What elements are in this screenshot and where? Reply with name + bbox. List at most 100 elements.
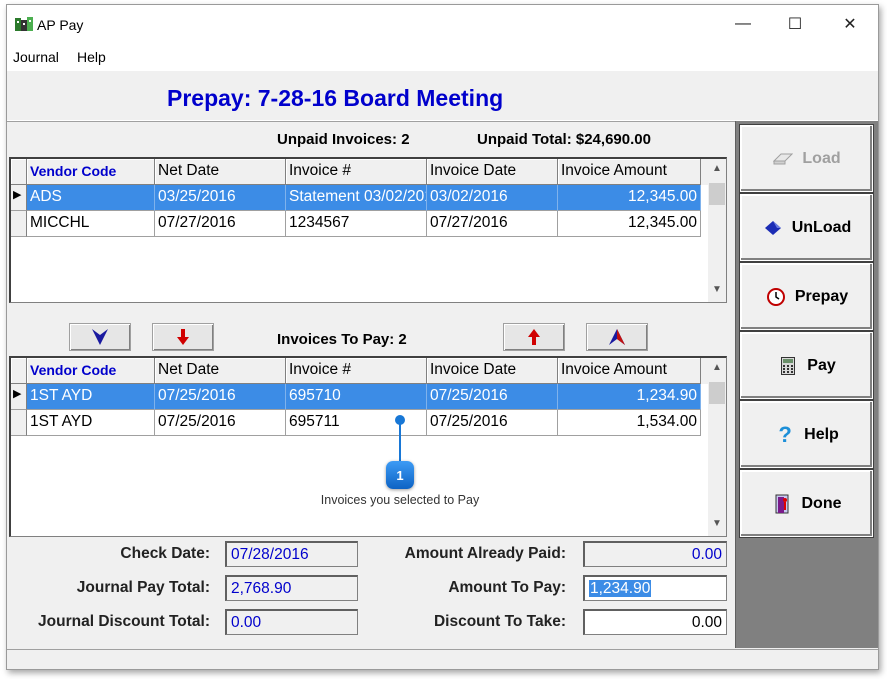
cell-invoice-date[interactable]: 07/25/2016 [427, 410, 558, 436]
table-row[interactable]: MICCHL 07/27/2016 1234567 07/27/2016 12,… [11, 211, 711, 237]
table-row[interactable]: ▶ 1ST AYD 07/25/2016 695710 07/25/2016 1… [11, 384, 711, 410]
unpaid-total: Unpaid Total: $24,690.00 [477, 131, 651, 148]
unpaid-invoices-count: Unpaid Invoices: 2 [277, 131, 410, 148]
table-row[interactable]: 1ST AYD 07/25/2016 695711 07/25/2016 1,5… [11, 410, 711, 436]
menu-help[interactable]: Help [77, 49, 106, 65]
col-invoice-number[interactable]: Invoice # [286, 358, 427, 384]
unload-label: UnLoad [791, 218, 852, 236]
cell-net-date[interactable]: 07/25/2016 [155, 384, 286, 410]
diamond-icon [762, 217, 784, 239]
cell-net-date[interactable]: 03/25/2016 [155, 185, 286, 211]
col-invoice-number[interactable]: Invoice # [286, 159, 427, 185]
discount-to-take-input[interactable]: 0.00 [583, 609, 727, 635]
cell-invoice-date[interactable]: 07/27/2016 [427, 211, 558, 237]
journal-discount-total-field: 0.00 [225, 609, 358, 635]
journal-pay-total-field: 2,768.90 [225, 575, 358, 601]
page-title: Prepay: 7-28-16 Board Meeting [167, 85, 504, 111]
invoices-to-pay-grid[interactable]: Vendor Code Net Date Invoice # Invoice D… [9, 356, 727, 537]
eraser-icon [772, 148, 794, 170]
cell-invoice[interactable]: 1234567 [286, 211, 427, 237]
scroll-up-icon[interactable]: ▲ [708, 362, 726, 378]
load-button[interactable]: Load [740, 125, 873, 192]
window-title: AP Pay [37, 17, 84, 33]
arrow-down-icon [177, 329, 189, 345]
done-label: Done [801, 494, 842, 512]
menu-journal[interactable]: Journal [13, 49, 59, 65]
table-row[interactable]: ▶ ADS 03/25/2016 Statement 03/02/2016 03… [11, 185, 711, 211]
col-net-date[interactable]: Net Date [155, 358, 286, 384]
cell-amount[interactable]: 1,534.00 [558, 410, 701, 436]
move-down-button[interactable] [152, 323, 214, 351]
cell-invoice[interactable]: Statement 03/02/2016 [286, 185, 427, 211]
scroll-up-icon[interactable]: ▲ [708, 163, 726, 179]
discount-to-take-label: Discount To Take: [433, 613, 566, 630]
status-bar [7, 649, 878, 669]
minimize-button[interactable]: — [720, 5, 766, 43]
col-invoice-date[interactable]: Invoice Date [427, 358, 558, 384]
cell-vendor[interactable]: ADS [27, 185, 155, 211]
cell-vendor[interactable]: 1ST AYD [27, 384, 155, 410]
double-arrow-down-icon [92, 329, 108, 345]
exit-door-icon [772, 493, 794, 515]
col-net-date[interactable]: Net Date [155, 159, 286, 185]
amount-to-pay-label: Amount To Pay: [448, 579, 566, 596]
to-pay-grid-scrollbar[interactable]: ▲ ▼ [708, 358, 726, 536]
amount-to-pay-value: 1,234.90 [589, 580, 652, 597]
cell-net-date[interactable]: 07/25/2016 [155, 410, 286, 436]
move-all-up-button[interactable] [586, 323, 648, 351]
app-icon [15, 17, 33, 31]
move-all-down-button[interactable] [69, 323, 131, 351]
unpaid-invoices-grid[interactable]: Vendor Code Net Date Invoice # Invoice D… [9, 157, 727, 303]
move-up-button[interactable] [503, 323, 565, 351]
cell-amount[interactable]: 12,345.00 [558, 185, 701, 211]
to-pay-grid-header: Vendor Code Net Date Invoice # Invoice D… [11, 358, 711, 384]
callout-dot [395, 415, 405, 425]
scroll-thumb[interactable] [709, 382, 725, 404]
col-vendor-code[interactable]: Vendor Code [27, 159, 155, 185]
close-icon: ✕ [843, 16, 857, 33]
ap-pay-window: AP Pay — ☐ ✕ Journal Help Prepay: 7-28-1… [6, 4, 879, 670]
cell-invoice-date[interactable]: 03/02/2016 [427, 185, 558, 211]
col-invoice-date[interactable]: Invoice Date [427, 159, 558, 185]
close-button[interactable]: ✕ [827, 5, 873, 43]
row-indicator-icon: ▶ [11, 185, 27, 211]
done-button[interactable]: Done [740, 470, 873, 537]
col-invoice-amount[interactable]: Invoice Amount [558, 358, 701, 384]
row-indicator [11, 410, 27, 436]
row-indicator-header [11, 159, 27, 185]
cell-invoice[interactable]: 695710 [286, 384, 427, 410]
maximize-button[interactable]: ☐ [772, 5, 818, 43]
scroll-down-icon[interactable]: ▼ [708, 284, 726, 300]
scroll-down-icon[interactable]: ▼ [708, 518, 726, 534]
unpaid-grid-scrollbar[interactable]: ▲ ▼ [708, 159, 726, 302]
cell-invoice-date[interactable]: 07/25/2016 [427, 384, 558, 410]
scroll-thumb[interactable] [709, 183, 725, 205]
cell-net-date[interactable]: 07/27/2016 [155, 211, 286, 237]
help-button[interactable]: ? Help [740, 401, 873, 468]
action-panel: Load UnLoad Prepay Pay ? Help Done [735, 121, 878, 648]
prepay-button[interactable]: Prepay [740, 263, 873, 330]
col-vendor-code[interactable]: Vendor Code [27, 358, 155, 384]
cell-amount[interactable]: 1,234.90 [558, 384, 701, 410]
amount-already-paid-field: 0.00 [583, 541, 727, 567]
unload-button[interactable]: UnLoad [740, 194, 873, 261]
cell-vendor[interactable]: 1ST AYD [27, 410, 155, 436]
cell-invoice[interactable]: 695711 [286, 410, 427, 436]
row-indicator [11, 211, 27, 237]
pay-button[interactable]: Pay [740, 332, 873, 399]
cell-amount[interactable]: 12,345.00 [558, 211, 701, 237]
amount-to-pay-input[interactable]: 1,234.90 [583, 575, 727, 601]
check-date-label: Check Date: [120, 545, 210, 562]
menu-bar: Journal Help [7, 43, 878, 71]
col-invoice-amount[interactable]: Invoice Amount [558, 159, 701, 185]
cell-vendor[interactable]: MICCHL [27, 211, 155, 237]
row-indicator-header [11, 358, 27, 384]
double-arrow-up-icon [609, 329, 625, 345]
minimize-icon: — [735, 15, 751, 32]
unpaid-grid-header: Vendor Code Net Date Invoice # Invoice D… [11, 159, 711, 185]
check-date-field[interactable]: 07/28/2016 [225, 541, 358, 567]
callout-badge: 1 [386, 461, 414, 489]
arrow-up-icon [528, 329, 540, 345]
clock-icon [765, 286, 787, 308]
question-icon: ? [778, 421, 792, 447]
